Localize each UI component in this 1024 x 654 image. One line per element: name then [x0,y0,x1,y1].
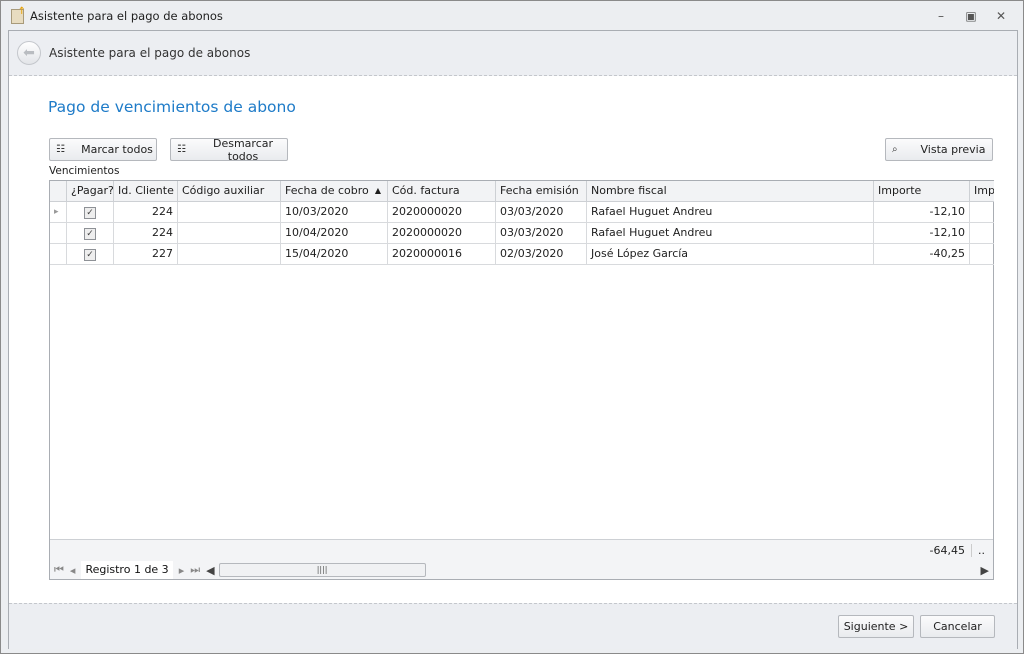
sort-ascending-icon: ▲ [374,186,381,195]
total-more: .. [971,544,985,557]
last-record-icon[interactable]: ⏭ [190,563,200,577]
pay-cell: ✓ [67,244,114,265]
due-date-cell: 10/04/2020 [281,223,388,244]
wizard-frame: ⬅ Asistente para el pago de abonos Pago … [8,30,1018,649]
column-header[interactable]: Código auxiliar [178,181,281,202]
wizard-header: ⬅ Asistente para el pago de abonos [9,31,1017,76]
app-icon: ↑ [11,6,26,24]
grid-cell [970,223,994,244]
scroll-left-icon[interactable]: ◀ [206,564,214,577]
magnifier-page-icon: ⌕ [892,144,898,155]
column-header[interactable]: Nombre fiscal [587,181,874,202]
window-title: Asistente para el pago de abonos [30,9,223,23]
table-row[interactable]: ✓ 227 15/04/2020 2020000016 02/03/2020 José L… [50,244,994,265]
summary-footer: -64,45 .. [50,539,993,561]
wizard-header-title: Asistente para el pago de abonos [49,46,251,60]
amount-cell: -12,10 [874,223,970,244]
pay-cell: ✓ [67,223,114,244]
client-id-cell: 224 [114,223,178,244]
record-counter: Registro 1 de 3 [81,561,173,579]
fiscal-name-cell: José López García [587,244,874,265]
unmark-all-button[interactable]: ☷ Desmarcar todos [170,137,288,163]
next-button[interactable]: Siguiente > [838,615,914,638]
grid-header: ¿Pagar? Id. Cliente Código auxiliar Fech… [50,181,994,202]
due-date-cell: 10/03/2020 [281,202,388,223]
cancel-button[interactable]: Cancelar [920,615,995,638]
prev-record-icon[interactable]: ◂ [70,564,76,577]
row-indicator [50,223,67,244]
first-record-icon[interactable]: ⏮ [54,563,64,577]
grid-cell [970,244,994,265]
fiscal-name-cell: Rafael Huguet Andreu [587,202,874,223]
pay-checkbox[interactable]: ✓ [84,249,96,261]
grid-label: Vencimientos [49,165,120,177]
amount-cell: -12,10 [874,202,970,223]
checklist-icon: ☷ [56,144,65,155]
client-id-cell: 224 [114,202,178,223]
mark-all-button[interactable]: ☷ Marcar todos [49,138,157,161]
back-button[interactable]: ⬅ [17,41,41,65]
pay-cell: ✓ [67,202,114,223]
table-row[interactable]: ✓ 224 10/04/2020 2020000020 03/03/2020 Rafael… [50,223,994,244]
invoice-code-cell: 2020000016 [388,244,496,265]
aux-code-cell [178,202,281,223]
checklist-icon: ☷ [177,144,186,155]
column-header[interactable]: ¿Pagar? [67,181,114,202]
table-row[interactable]: ▸ ✓ 224 10/03/2020 2020000020 03/03/2020 Rafae… [50,202,994,223]
column-header[interactable]: Id. Cliente [114,181,178,202]
close-icon[interactable]: ✕ [991,9,1011,23]
row-indicator: ▸ [50,202,67,223]
fiscal-name-cell: Rafael Huguet Andreu [587,223,874,244]
pay-checkbox[interactable]: ✓ [84,207,96,219]
total-amount: -64,45 [929,544,965,557]
wizard-footer: Siguiente > Cancelar [9,603,1017,649]
column-header[interactable]: Imp [970,181,994,202]
row-indicator [50,244,67,265]
column-header[interactable]: Importe [874,181,970,202]
due-dates-grid: ¿Pagar? Id. Cliente Código auxiliar Fech… [49,180,994,580]
issue-date-cell: 03/03/2020 [496,223,587,244]
scroll-right-icon[interactable]: ▶ [981,564,989,577]
invoice-code-cell: 2020000020 [388,202,496,223]
issue-date-cell: 03/03/2020 [496,202,587,223]
grid-cell [970,202,994,223]
minimize-icon[interactable]: – [931,9,951,23]
amount-cell: -40,25 [874,244,970,265]
column-header[interactable]: Fecha de cobro ▲ [281,181,388,202]
pay-checkbox[interactable]: ✓ [84,228,96,240]
wizard-window: ↑ Asistente para el pago de abonos – ▣ ✕… [0,0,1024,654]
next-record-icon[interactable]: ▸ [179,564,185,577]
column-header[interactable]: Fecha emisión [496,181,587,202]
column-header[interactable]: Cód. factura [388,181,496,202]
invoice-code-cell: 2020000020 [388,223,496,244]
aux-code-cell [178,244,281,265]
grid-navigator: ⏮ ◂ Registro 1 de 3 ▸ ⏭ ◀ |||| ▶ [50,561,993,579]
client-id-cell: 227 [114,244,178,265]
preview-button[interactable]: ⌕ Vista previa [885,138,993,161]
aux-code-cell [178,223,281,244]
issue-date-cell: 02/03/2020 [496,244,587,265]
page-title: Pago de vencimientos de abono [48,98,296,116]
due-date-cell: 15/04/2020 [281,244,388,265]
horizontal-scrollbar-thumb[interactable]: |||| [218,563,426,577]
title-bar: ↑ Asistente para el pago de abonos – ▣ ✕ [1,1,1023,31]
maximize-icon[interactable]: ▣ [961,9,981,23]
